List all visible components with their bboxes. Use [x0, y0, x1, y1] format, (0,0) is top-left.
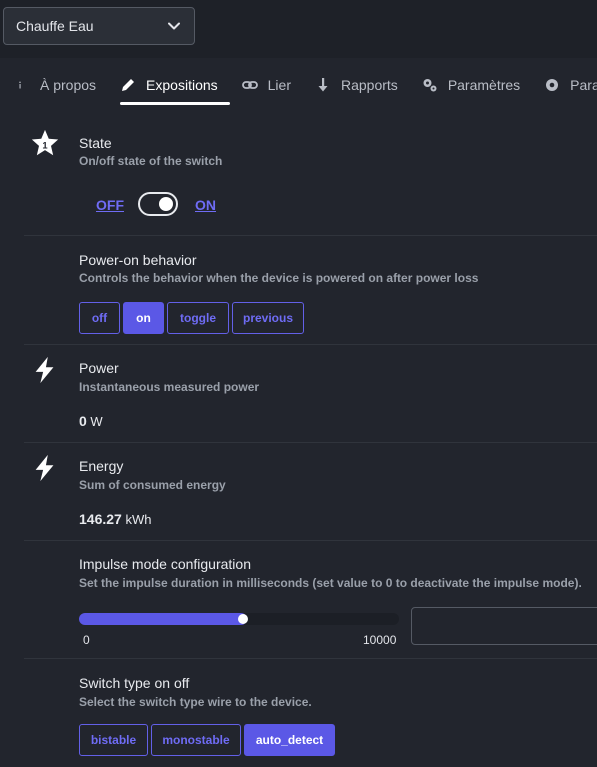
impulse-max-label: 10000 — [363, 633, 397, 647]
impulse-slider-fill — [79, 613, 247, 625]
impulse-min-label: 0 — [83, 633, 90, 647]
switch-type-title: Switch type on off — [79, 675, 190, 691]
chevron-down-icon — [168, 22, 180, 30]
state-on-link[interactable]: ON — [195, 197, 216, 213]
state-row: 1 State On/off state of the switch OFF O… — [24, 120, 597, 236]
top-bar: Chauffe Eau — [0, 0, 597, 58]
energy-value-number: 146.27 — [79, 511, 122, 527]
power-on-on-button[interactable]: on — [123, 302, 164, 334]
lightning-icon — [35, 356, 54, 384]
device-select[interactable]: Chauffe Eau — [3, 7, 195, 45]
power-on-toggle-button[interactable]: toggle — [167, 302, 229, 334]
cogs-icon — [423, 79, 437, 92]
switch-type-description: Select the switch type wire to the devic… — [79, 695, 312, 709]
power-value-unit: W — [90, 414, 103, 429]
power-description: Instantaneous measured power — [79, 380, 260, 394]
state-off-link[interactable]: OFF — [96, 197, 124, 213]
switch-type-monostable-button[interactable]: monostable — [151, 724, 241, 756]
star-icon: 1 — [31, 129, 59, 156]
tab-expositions-label: Expositions — [146, 77, 218, 93]
impulse-duration-input[interactable] — [411, 607, 597, 645]
tab-expositions[interactable]: Expositions — [108, 62, 230, 108]
state-title: State — [79, 135, 112, 151]
tab-link-label: Lier — [267, 77, 291, 93]
arrow-down-icon — [318, 78, 328, 92]
impulse-row: Impulse mode configuration Set the impul… — [24, 541, 597, 659]
switch-type-row: Switch type on off Select the switch typ… — [24, 659, 597, 767]
state-description: On/off state of the switch — [79, 154, 223, 168]
switch-type-buttons: bistable monostable auto_detect — [79, 724, 338, 756]
power-on-off-button[interactable]: off — [79, 302, 120, 334]
tab-reports[interactable]: Rapports — [303, 62, 410, 108]
toggle-knob — [159, 197, 173, 211]
info-icon — [19, 81, 21, 89]
tab-about[interactable]: À propos — [0, 62, 108, 108]
tab-bar: À propos Expositions Lier Rapports Param… — [0, 62, 597, 108]
switch-type-auto-detect-button[interactable]: auto_detect — [244, 724, 335, 756]
impulse-slider-thumb[interactable] — [238, 614, 248, 624]
lightning-icon — [35, 454, 54, 482]
power-on-behavior-row: Power-on behavior Controls the behavior … — [24, 236, 597, 345]
tab-link[interactable]: Lier — [230, 62, 303, 108]
tab-about-label: À propos — [40, 77, 97, 93]
power-value: 0 W — [79, 413, 103, 429]
power-row: Power Instantaneous measured power 0 W — [24, 345, 597, 443]
tab-reports-label: Rapports — [341, 77, 398, 93]
tab-settings-label: Paramètres — [447, 77, 521, 93]
energy-value-unit: kWh — [125, 512, 152, 527]
state-toggle-switch[interactable] — [138, 192, 178, 216]
impulse-title: Impulse mode configuration — [79, 556, 251, 572]
power-on-behavior-title: Power-on behavior — [79, 252, 197, 268]
power-on-behavior-description: Controls the behavior when the device is… — [79, 271, 479, 285]
energy-value: 146.27 kWh — [79, 511, 151, 527]
svg-text:1: 1 — [42, 141, 47, 151]
power-on-previous-button[interactable]: previous — [232, 302, 304, 334]
pencil-icon — [122, 79, 135, 91]
tab-settings-specific[interactable]: Param — [532, 62, 597, 108]
tab-settings-specific-label: Param — [570, 77, 597, 93]
switch-type-bistable-button[interactable]: bistable — [79, 724, 148, 756]
gear-icon — [546, 79, 559, 91]
energy-description: Sum of consumed energy — [79, 478, 226, 492]
impulse-description: Set the impulse duration in milliseconds… — [79, 576, 582, 590]
power-on-behavior-buttons: off on toggle previous — [79, 302, 307, 334]
tab-settings[interactable]: Paramètres — [410, 62, 532, 108]
impulse-slider[interactable] — [79, 613, 399, 625]
device-select-value: Chauffe Eau — [16, 18, 94, 34]
power-title: Power — [79, 360, 119, 376]
energy-row: Energy Sum of consumed energy 146.27 kWh — [24, 443, 597, 541]
energy-title: Energy — [79, 458, 124, 474]
link-icon — [241, 81, 258, 89]
power-value-number: 0 — [79, 413, 87, 429]
